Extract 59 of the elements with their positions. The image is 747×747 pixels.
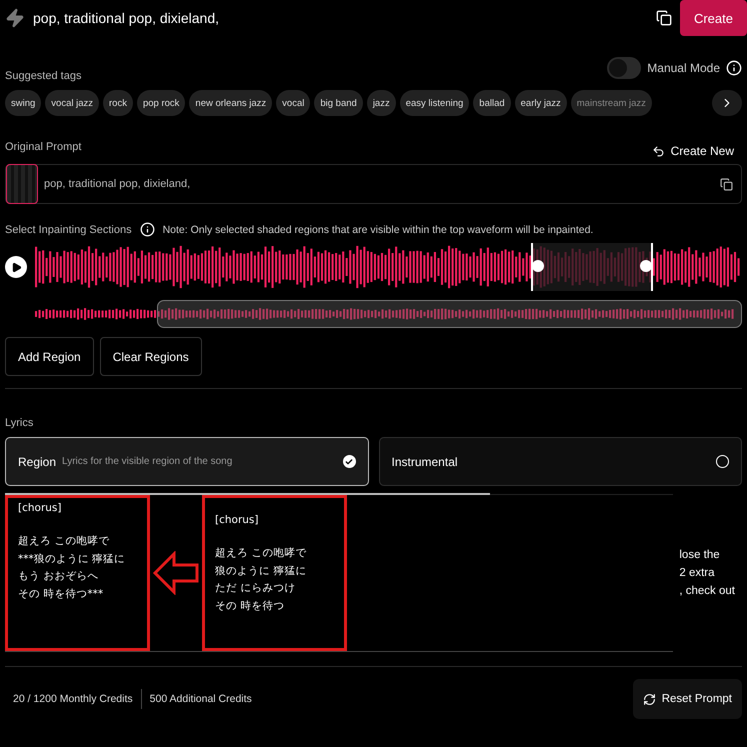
region-handle[interactable]: [532, 260, 544, 272]
play-button[interactable]: [5, 256, 27, 278]
create-button[interactable]: Create: [680, 0, 747, 36]
tag-chip[interactable]: vocal jazz: [45, 90, 100, 116]
note-text: Note: Only selected shaded regions that are visible within the top waveform will be inpainted.: [162, 224, 594, 236]
reset-prompt-button[interactable]: Reset Prompt: [632, 679, 742, 719]
selected-region[interactable]: [531, 243, 653, 291]
partial-text: 2 extra: [679, 567, 716, 579]
visible-window[interactable]: [157, 300, 742, 328]
tag-chip[interactable]: rock: [103, 90, 133, 116]
monthly-credits: 20 / 1200 Monthly Credits: [12, 693, 134, 705]
create-new-link[interactable]: Create New: [670, 144, 734, 158]
section-label: Lyrics: [5, 417, 34, 429]
section-label: Select Inpainting Sections: [5, 224, 132, 236]
manual-mode-toggle[interactable]: [607, 57, 642, 79]
lightning-icon: [5, 8, 25, 28]
section-label: Original Prompt: [5, 141, 82, 153]
region-button[interactable]: Add Region: [5, 337, 94, 376]
radio-indicator: [716, 455, 729, 468]
lyrics-line: 超えろ この咆哮で: [215, 546, 308, 561]
section-tag: [chorus]: [18, 500, 137, 517]
lyrics-option[interactable]: Instrumental: [378, 437, 742, 486]
lyrics-option[interactable]: Region Lyrics for the visible region of the song: [5, 437, 368, 486]
lyrics-line: ただ にらみつけ: [215, 581, 296, 596]
lyrics-line: 狼のように 獰猛に: [215, 564, 308, 579]
region-handle[interactable]: [640, 260, 652, 272]
play-icon: [10, 262, 22, 272]
tag-chip[interactable]: ballad: [473, 90, 511, 116]
tag-chip[interactable]: vocal: [276, 90, 310, 116]
partial-text: , check out: [679, 585, 735, 597]
radio-indicator: [342, 455, 356, 468]
refresh-icon: [642, 692, 656, 706]
prompt-text[interactable]: pop, traditional pop, dixieland,: [33, 10, 648, 26]
tag-chip[interactable]: swing: [5, 90, 42, 116]
lyrics-line: もう おおぞらへ: [18, 569, 100, 584]
tag-chip[interactable]: easy listening: [400, 90, 470, 116]
region-button[interactable]: Clear Regions: [100, 337, 202, 376]
lyrics-line: その 時を待つ: [215, 599, 286, 614]
tag-chip[interactable]: mainstream jazz: [570, 90, 652, 116]
tag-chip[interactable]: big band: [314, 90, 363, 116]
section-label: Suggested tags: [5, 70, 82, 82]
toggle-label: Manual Mode: [647, 61, 720, 75]
lyrics-line: 超えろ この咆哮で: [18, 534, 110, 549]
undo-icon: [652, 144, 665, 158]
section-tag: [chorus]: [215, 512, 334, 529]
tag-chip[interactable]: pop rock: [136, 90, 186, 116]
original-prompt-text: pop, traditional pop, dixieland,: [44, 178, 192, 190]
tag-chip[interactable]: early jazz: [514, 90, 567, 116]
left-arrow-icon: [152, 551, 200, 595]
partial-text: lose the: [679, 549, 721, 561]
lyrics-line: その 時を待つ***: [18, 587, 104, 602]
copy-icon[interactable]: [720, 178, 733, 190]
cover-thumbnail: [6, 164, 38, 204]
tag-chip[interactable]: new orleans jazz: [189, 90, 272, 116]
info-icon[interactable]: [726, 60, 742, 76]
lyrics-line: ***狼のように 獰猛に: [18, 552, 126, 567]
additional-credits: 500 Additional Credits: [148, 693, 253, 705]
tag-chip[interactable]: jazz: [366, 90, 396, 116]
info-icon[interactable]: [140, 222, 155, 237]
